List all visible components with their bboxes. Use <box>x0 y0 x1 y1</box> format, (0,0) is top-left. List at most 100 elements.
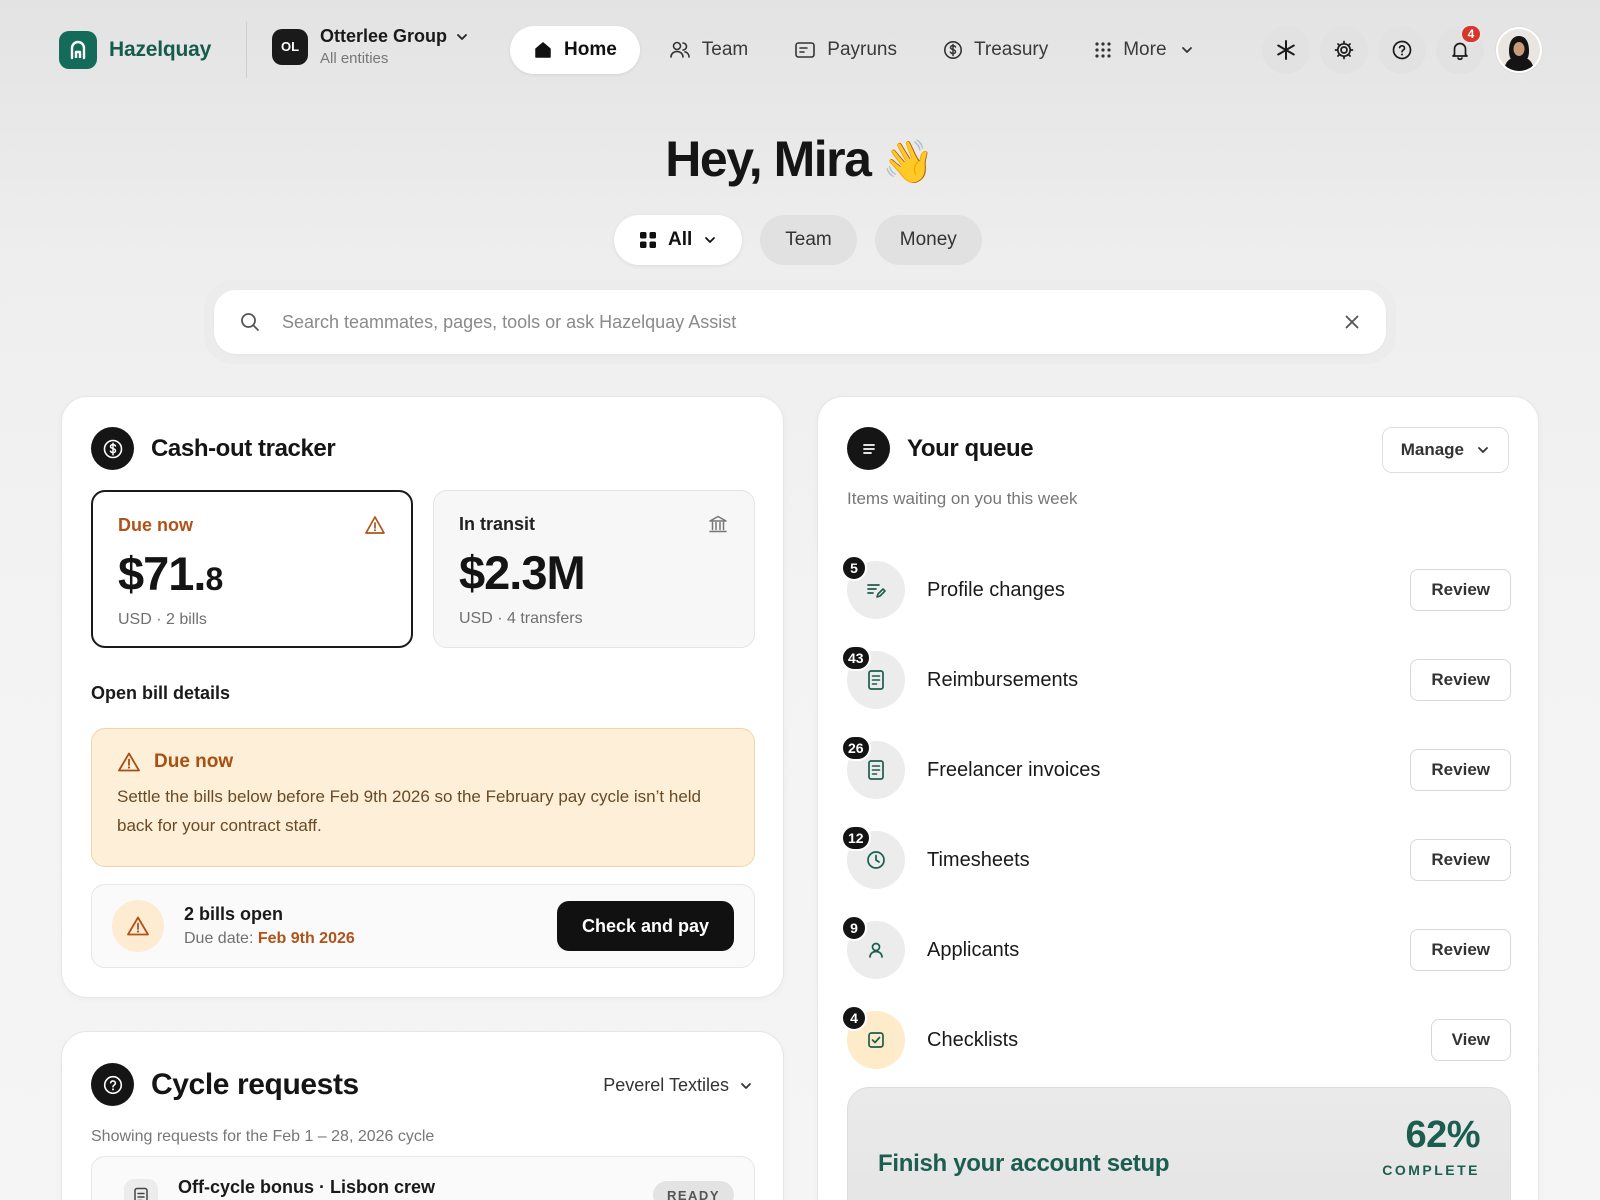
assist-button[interactable] <box>1262 26 1310 74</box>
search-bar <box>214 290 1386 354</box>
entity-text: Otterlee Group All entities <box>320 26 469 67</box>
warning-icon <box>117 751 141 773</box>
warning-icon <box>112 900 164 952</box>
cycle-request-item[interactable]: Off-cycle bonus · Lisbon crew READY <box>91 1156 755 1200</box>
cashout-title: Cash-out tracker <box>151 434 336 462</box>
settings-button[interactable] <box>1320 26 1368 74</box>
chevron-down-icon <box>1476 443 1490 457</box>
filter-team[interactable]: Team <box>760 215 857 265</box>
filter-all[interactable]: All <box>614 215 743 265</box>
nav-team[interactable]: Team <box>646 26 771 74</box>
queue-card: Your queue Manage Items waiting on you t… <box>817 396 1539 1200</box>
status-badge: READY <box>652 1181 734 1200</box>
review-button[interactable]: Review <box>1410 569 1511 611</box>
queue-item-timesheets[interactable]: 12 Timesheets Review <box>841 815 1511 905</box>
company-filter-value: Peverel Textiles <box>603 1075 729 1095</box>
receipt-icon: 43 <box>841 645 905 709</box>
in-transit-stat[interactable]: In transit $2.3M USD · 4 transfers <box>433 490 755 648</box>
dollar-circle-icon <box>91 427 134 470</box>
home-icon <box>533 40 553 60</box>
list-icon <box>847 427 890 470</box>
gear-icon <box>1333 39 1355 61</box>
filter-money[interactable]: Money <box>874 215 982 265</box>
brand[interactable]: Hazelquay <box>59 31 211 69</box>
manage-dropdown[interactable]: Manage <box>1381 427 1509 473</box>
account-setup-panel[interactable]: Finish your account setup 62% COMPLETE <box>847 1087 1511 1200</box>
due-now-alert: Due now Settle the bills below before Fe… <box>91 728 755 867</box>
help-button[interactable] <box>1378 26 1426 74</box>
queue-title: Your queue <box>907 434 1034 462</box>
nav-payruns[interactable]: Payruns <box>771 26 920 74</box>
chevron-down-icon <box>455 30 469 44</box>
due-date-value: Feb 9th 2026 <box>257 930 355 947</box>
cycle-requests-card: Cycle requests Peverel Textiles Showing … <box>61 1031 784 1200</box>
company-filter-dropdown[interactable]: Peverel Textiles <box>603 1075 753 1096</box>
queue-item-checklists[interactable]: 4 Checklists View <box>841 995 1511 1085</box>
alert-body: Settle the bills below before Feb 9th 20… <box>117 787 702 835</box>
queue-header: Your queue <box>847 427 1034 470</box>
nav-home-label: Home <box>564 39 617 60</box>
nav-home[interactable]: Home <box>510 26 640 74</box>
nav-more[interactable]: More <box>1071 26 1216 74</box>
nav-payruns-label: Payruns <box>827 39 897 60</box>
notification-badge: 4 <box>1460 24 1482 44</box>
queue-list: 5 Profile changes Review 43 Reimbursemen… <box>841 545 1511 1085</box>
setup-percent: 62% <box>1405 1114 1480 1156</box>
warning-icon <box>364 514 386 536</box>
queue-item-profile-changes[interactable]: 5 Profile changes Review <box>841 545 1511 635</box>
brand-name: Hazelquay <box>109 38 212 61</box>
cashout-header: Cash-out tracker <box>91 427 336 470</box>
setup-title: Finish your account setup <box>878 1150 1170 1177</box>
nav-treasury-label: Treasury <box>973 39 1049 60</box>
queue-item-freelancer-invoices[interactable]: 26 Freelancer invoices Review <box>841 725 1511 815</box>
open-bills-due: Due date: Feb 9th 2026 <box>184 930 557 948</box>
profile-edit-icon: 5 <box>841 555 905 619</box>
review-button[interactable]: Review <box>1410 659 1511 701</box>
search-input[interactable] <box>282 311 1344 333</box>
brand-logo-icon <box>59 31 97 69</box>
review-button[interactable]: Review <box>1410 839 1511 881</box>
due-now-amount: $71.8 <box>118 546 386 601</box>
users-icon <box>669 40 691 60</box>
review-button[interactable]: Review <box>1410 749 1511 791</box>
queue-count: 4 <box>841 1005 867 1031</box>
chevron-down-icon <box>739 1079 753 1093</box>
open-bills-text: 2 bills open Due date: Feb 9th 2026 <box>184 904 557 948</box>
review-button[interactable]: Review <box>1410 929 1511 971</box>
queue-count: 9 <box>841 915 867 941</box>
greeting-text: Hey, Mira <box>665 131 872 187</box>
in-transit-label: In transit <box>459 513 536 534</box>
manage-label: Manage <box>1400 440 1464 459</box>
check-and-pay-button[interactable]: Check and pay <box>556 901 734 951</box>
due-now-amount-main: $71. <box>118 547 206 600</box>
view-button[interactable]: View <box>1430 1019 1511 1061</box>
entity-avatar: OL <box>272 28 308 65</box>
cashout-tracker-card: Cash-out tracker Due now $71.8 USD · 2 b… <box>61 396 784 998</box>
help-circle-icon <box>91 1063 134 1106</box>
due-now-stat[interactable]: Due now $71.8 USD · 2 bills <box>91 490 413 648</box>
queue-item-applicants[interactable]: 9 Applicants Review <box>841 905 1511 995</box>
filter-all-label: All <box>668 229 693 250</box>
cycle-title: Cycle requests <box>151 1067 359 1101</box>
entity-name-row: Otterlee Group <box>320 26 469 47</box>
top-nav: Hazelquay OL Otterlee Group All entities… <box>0 0 1600 100</box>
open-bills-title: 2 bills open <box>184 904 284 924</box>
avatar[interactable] <box>1496 27 1542 73</box>
close-icon[interactable] <box>1344 314 1360 330</box>
queue-count: 26 <box>841 735 871 761</box>
nav-divider <box>246 22 247 78</box>
page-title: Hey, Mira 👋 <box>0 130 1600 188</box>
queue-count: 12 <box>841 825 871 851</box>
checkbox-icon: 4 <box>841 1005 905 1069</box>
chevron-down-icon <box>1180 43 1194 57</box>
nav-team-label: Team <box>701 39 749 60</box>
open-bill-details-label: Open bill details <box>91 683 231 703</box>
due-now-amount-fraction: 8 <box>205 561 224 597</box>
alert-title: Due now <box>154 751 234 772</box>
asterisk-icon <box>1275 39 1297 61</box>
queue-item-reimbursements[interactable]: 43 Reimbursements Review <box>841 635 1511 725</box>
nav-treasury[interactable]: Treasury <box>920 26 1071 74</box>
notifications-button[interactable]: 4 <box>1436 24 1484 74</box>
due-now-label: Due now <box>118 514 193 535</box>
entity-switcher[interactable]: OL Otterlee Group All entities <box>272 26 469 67</box>
